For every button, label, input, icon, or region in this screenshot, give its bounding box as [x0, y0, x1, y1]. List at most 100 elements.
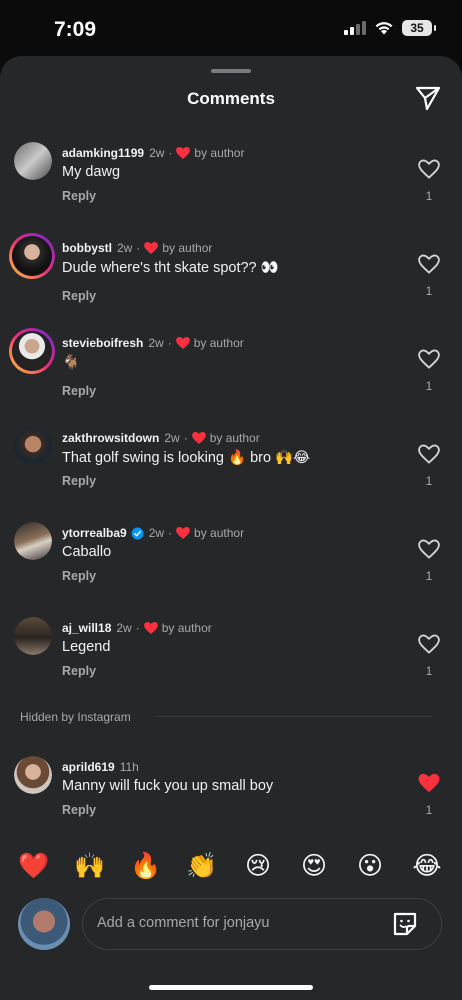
- comment-text: Caballo: [62, 544, 112, 560]
- by-author-label: by author: [209, 431, 260, 445]
- author-heart-icon: [175, 337, 190, 349]
- emoji-heart[interactable]: ❤️: [16, 848, 52, 884]
- comment-meta: ytorrealba9 2w · by author: [62, 526, 244, 540]
- reply-button[interactable]: Reply: [62, 474, 96, 488]
- verified-badge-icon: [131, 527, 144, 539]
- comment-meta: aprild619 11h: [62, 760, 139, 774]
- quick-emoji-bar: ❤️ 🙌 🔥 👏 😢 😍 😮 😂: [0, 848, 462, 884]
- like-count: 1: [425, 569, 433, 583]
- comment-meta: bobbystl 2w · by author: [62, 241, 212, 255]
- comment-item: zakthrowsitdown 2w · by author That golf…: [0, 427, 462, 519]
- comment-item: ytorrealba9 2w · by author Caballo Reply…: [0, 522, 462, 614]
- heart-icon[interactable]: [418, 634, 440, 654]
- emoji-clapping[interactable]: 👏: [184, 848, 220, 884]
- by-author-label: by author: [194, 526, 245, 540]
- reply-button[interactable]: Reply: [62, 289, 96, 303]
- avatar-story-ring[interactable]: [9, 328, 55, 374]
- avatar[interactable]: [14, 522, 52, 560]
- reply-button[interactable]: Reply: [62, 384, 96, 398]
- heart-icon[interactable]: [418, 254, 440, 274]
- emoji-fire[interactable]: 🔥: [128, 848, 164, 884]
- like-count: 1: [425, 189, 433, 203]
- author-heart-icon: [176, 147, 191, 159]
- hidden-comment-item: aprild619 11h Manny will fuck you up sma…: [0, 756, 462, 848]
- comment-item: adamking1199 2w · by author My dawg Repl…: [0, 142, 462, 234]
- avatar[interactable]: [14, 142, 52, 180]
- like-count: 1: [425, 284, 433, 298]
- separator-dot: ·: [168, 146, 173, 160]
- separator-dot: ·: [183, 431, 188, 445]
- like-count: 1: [425, 803, 433, 817]
- comment-text: My dawg: [62, 164, 121, 180]
- current-user-avatar[interactable]: [18, 898, 70, 950]
- avatar-story-ring[interactable]: [9, 233, 55, 279]
- sticker-icon[interactable]: [391, 910, 419, 938]
- comment-meta: stevieboifresh 2w · by author: [62, 336, 244, 350]
- comment-meta: adamking1199 2w · by author: [62, 146, 244, 160]
- comment-username[interactable]: zakthrowsitdown: [62, 431, 159, 445]
- sheet-grabber[interactable]: [211, 69, 251, 73]
- status-icons: 35: [344, 20, 436, 36]
- heart-icon[interactable]: [418, 444, 440, 464]
- emoji-laughing[interactable]: 😂: [409, 848, 445, 884]
- comment-username[interactable]: stevieboifresh: [62, 336, 143, 350]
- by-author-label: by author: [193, 336, 244, 350]
- comment-username[interactable]: adamking1199: [62, 146, 144, 160]
- by-author-label: by author: [162, 241, 213, 255]
- reply-button[interactable]: Reply: [62, 664, 96, 678]
- author-heart-icon: [191, 432, 206, 444]
- comment-text: 🐐: [62, 355, 81, 371]
- avatar[interactable]: [14, 427, 52, 465]
- comment-text: Manny will fuck you up small boy: [62, 778, 274, 794]
- comment-username[interactable]: aj_will18: [62, 621, 111, 635]
- comments-sheet: Comments adamking1199 2w · by author My …: [0, 56, 462, 1000]
- heart-icon[interactable]: [418, 159, 440, 179]
- comment-time: 2w: [116, 621, 132, 635]
- paper-plane-icon[interactable]: [414, 84, 442, 112]
- comment-time: 2w: [148, 526, 165, 540]
- comment-time: 2w: [164, 431, 180, 445]
- comment-item: aj_will18 2w · by author Legend Reply 1: [0, 617, 462, 709]
- comment-time: 2w: [148, 336, 164, 350]
- reply-button[interactable]: Reply: [62, 189, 96, 203]
- heart-icon[interactable]: [418, 349, 440, 369]
- comment-input-placeholder: Add a comment for jonjayu: [97, 915, 270, 931]
- comment-meta: zakthrowsitdown 2w · by author: [62, 431, 260, 445]
- avatar[interactable]: [14, 756, 52, 794]
- comment-time: 2w: [149, 146, 165, 160]
- by-author-label: by author: [161, 621, 212, 635]
- separator-dot: ·: [168, 526, 173, 540]
- comment-username[interactable]: aprild619: [62, 760, 115, 774]
- emoji-heart-eyes[interactable]: 😍: [296, 848, 332, 884]
- home-indicator[interactable]: [149, 985, 313, 990]
- like-count: 1: [425, 379, 433, 393]
- comment-item: stevieboifresh 2w · by author 🐐 Reply 1: [0, 331, 462, 424]
- comment-time: 2w: [117, 241, 133, 255]
- separator-dot: ·: [135, 621, 140, 635]
- comment-meta: aj_will18 2w · by author: [62, 621, 212, 635]
- comment-username[interactable]: bobbystl: [62, 241, 112, 255]
- sheet-title: Comments: [187, 89, 275, 108]
- comment-text: Dude where's tht skate spot?? 👀: [62, 260, 279, 276]
- separator-dot: ·: [167, 336, 172, 350]
- comment-text: Legend: [62, 639, 111, 655]
- hidden-section-divider: [156, 716, 432, 717]
- heart-filled-icon[interactable]: [418, 773, 440, 793]
- comment-item: bobbystl 2w · by author Dude where's tht…: [0, 236, 462, 329]
- comment-text: That golf swing is looking 🔥 bro 🙌😂: [62, 450, 311, 466]
- emoji-surprised[interactable]: 😮: [352, 848, 388, 884]
- comment-time: 11h: [119, 760, 139, 774]
- status-bar: 7:09 35: [0, 0, 462, 60]
- author-heart-icon: [143, 622, 158, 634]
- author-heart-icon: [176, 527, 190, 539]
- comment-username[interactable]: ytorrealba9: [62, 526, 127, 540]
- emoji-raising-hands[interactable]: 🙌: [72, 848, 108, 884]
- by-author-label: by author: [194, 146, 245, 160]
- reply-button[interactable]: Reply: [62, 569, 96, 583]
- reply-button[interactable]: Reply: [62, 803, 96, 817]
- emoji-crying[interactable]: 😢: [240, 848, 276, 884]
- comment-input[interactable]: Add a comment for jonjayu: [82, 898, 442, 950]
- heart-icon[interactable]: [418, 539, 440, 559]
- hidden-section-label[interactable]: Hidden by Instagram: [20, 710, 131, 724]
- avatar[interactable]: [14, 617, 52, 655]
